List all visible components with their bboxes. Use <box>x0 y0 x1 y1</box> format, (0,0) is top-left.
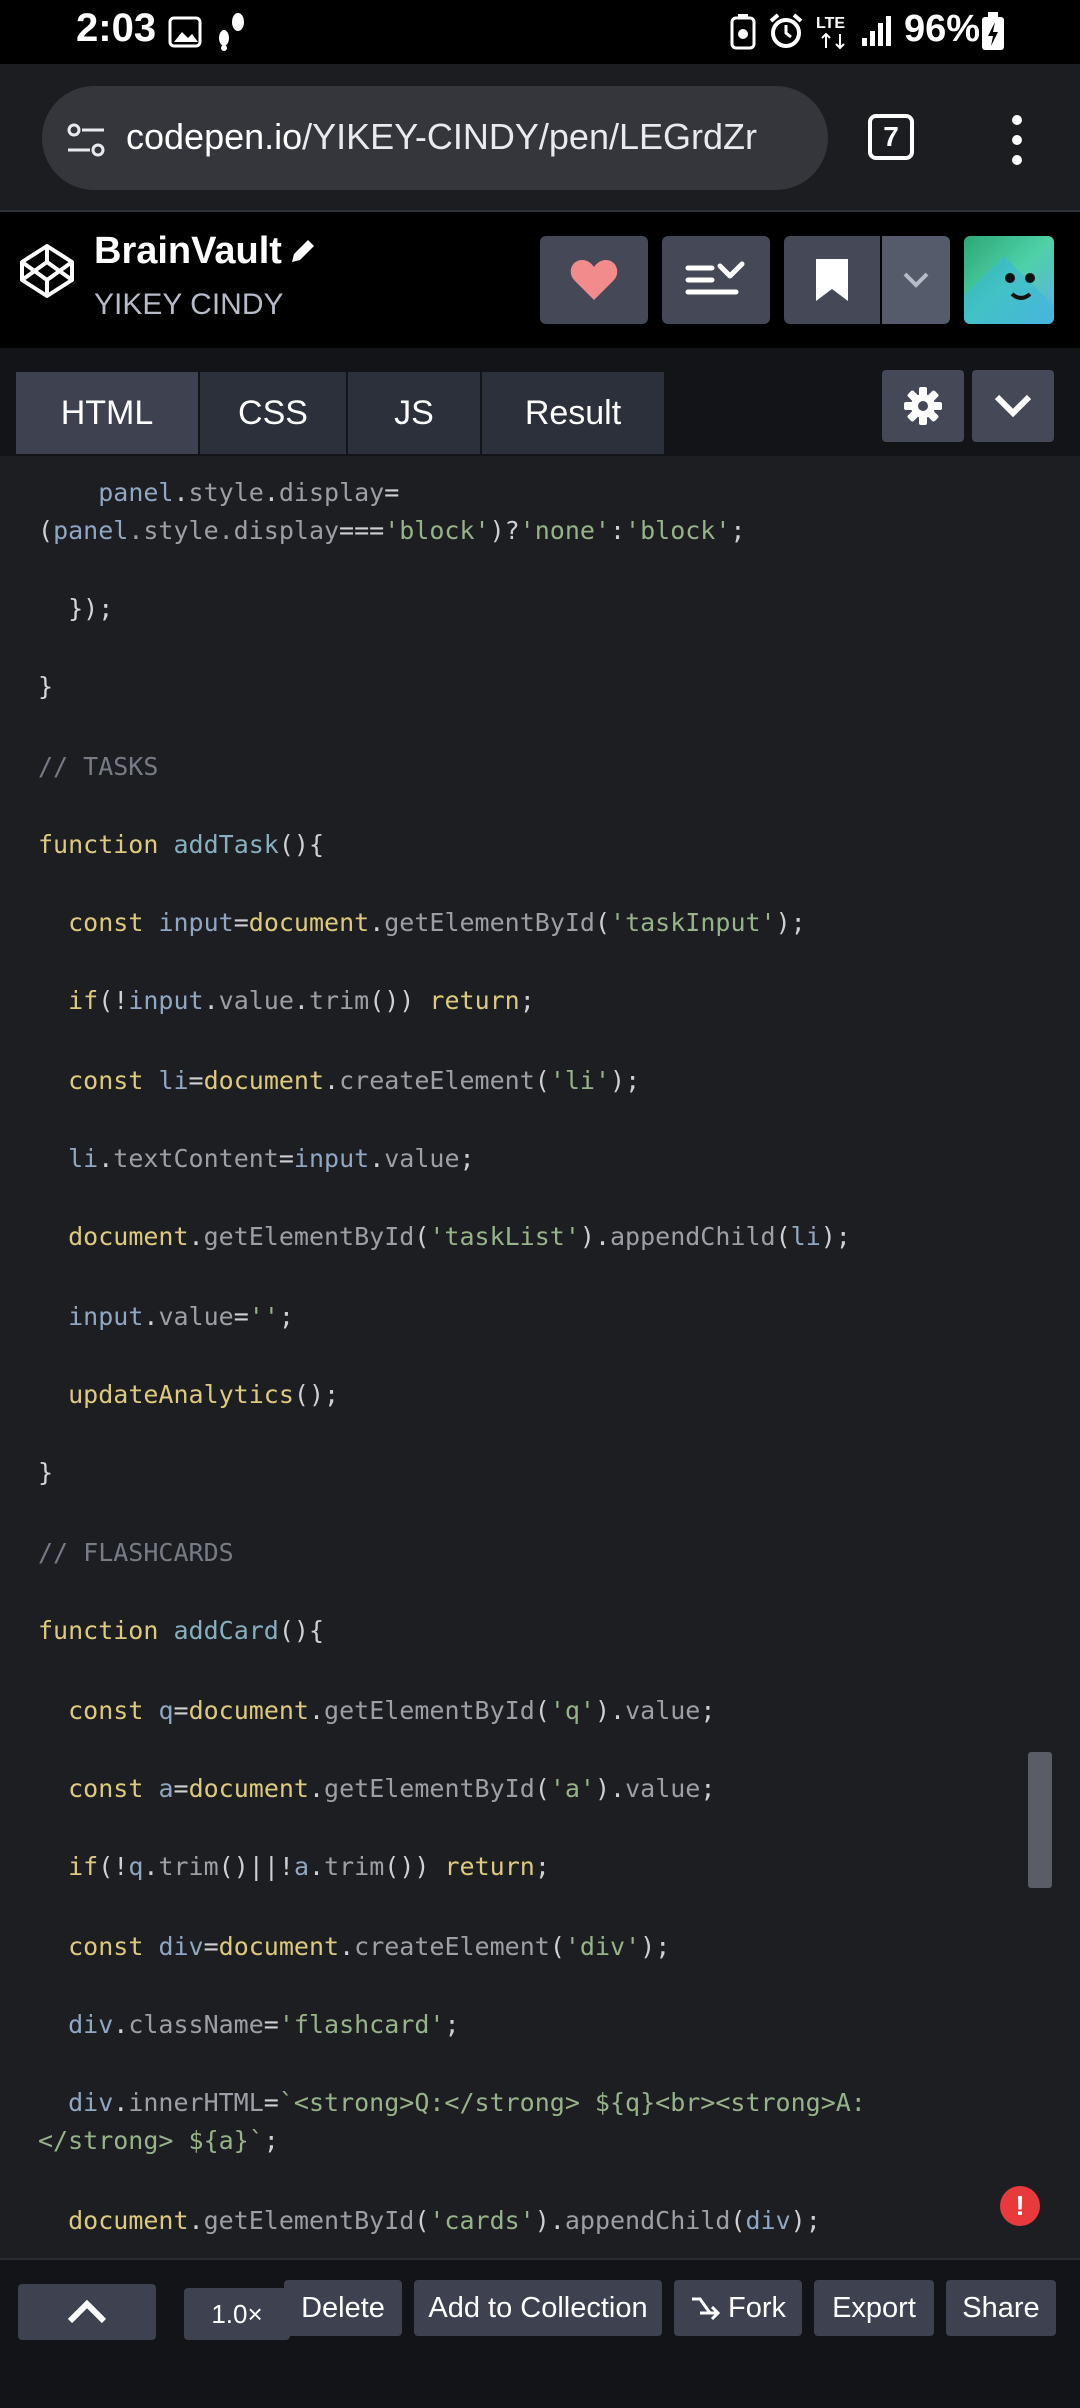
chevron-down-icon <box>994 394 1032 418</box>
code-comment: // FLASHCARDS <box>38 1538 234 1567</box>
chevron-down-icon <box>903 272 929 288</box>
heart-icon <box>570 260 618 300</box>
chevron-up-icon <box>67 2299 107 2324</box>
code-line: if(!input.value.trim()) return; <box>68 986 535 1015</box>
code-editor[interactable]: panel.style.display= (panel.style.displa… <box>0 456 1080 2258</box>
expand-console-button[interactable] <box>18 2284 156 2340</box>
codepen-logo-icon[interactable] <box>18 242 76 300</box>
code-line: }); <box>38 594 114 623</box>
code-line: const input=document.getElementById('tas… <box>68 908 806 937</box>
gear-icon <box>904 387 942 425</box>
code-line: document.getElementById('taskList').appe… <box>68 1222 851 1251</box>
battery-charging-icon <box>982 12 1004 50</box>
code-line: const li=document.createElement('li'); <box>68 1066 641 1095</box>
code-line: const div=document.createElement('div'); <box>68 1932 671 1961</box>
status-bar: 2:03 LTE 96% <box>0 0 1080 64</box>
more-options-icon[interactable] <box>1000 112 1034 168</box>
url-path: /YIKEY-CINDY/pen/LEGrdZr <box>302 116 757 157</box>
fork-button[interactable]: Fork <box>674 2280 802 2336</box>
code-line: } <box>38 1458 54 1487</box>
code-line: const a=document.getElementById('a').val… <box>68 1774 716 1803</box>
code-line: if(!q.trim()||!a.trim()) return; <box>68 1852 550 1881</box>
code-line: function addTask(){ <box>38 830 324 859</box>
pen-details-button[interactable] <box>662 236 770 324</box>
editor-collapse-button[interactable] <box>972 370 1054 442</box>
code-line: function addCard(){ <box>38 1616 324 1645</box>
site-settings-icon[interactable] <box>64 120 108 160</box>
like-button[interactable] <box>540 236 648 324</box>
sort-check-icon <box>685 261 745 295</box>
pen-title[interactable]: BrainVault <box>94 230 282 273</box>
svg-text:LTE: LTE <box>816 15 845 32</box>
editor-tabs: HTML CSS JS Result <box>0 348 1080 456</box>
tab-html[interactable]: HTML <box>16 372 198 454</box>
code-line: updateAnalytics(); <box>68 1380 340 1409</box>
code-line: (panel.style.display==='block')?'none':'… <box>38 516 746 545</box>
code-line: document.getElementById('cards').appendC… <box>68 2206 821 2235</box>
error-indicator-icon[interactable]: ! <box>1000 2186 1040 2226</box>
url-host: codepen.io <box>126 116 303 157</box>
pen-author[interactable]: YIKEY CINDY <box>94 288 284 322</box>
steps-icon <box>219 13 244 51</box>
battery-percentage: 96% <box>904 8 981 50</box>
add-to-collection-button[interactable]: Add to Collection <box>414 2280 662 2336</box>
code-line: li.textContent=input.value; <box>68 1144 475 1173</box>
code-line: const q=document.getElementById('q').val… <box>68 1696 716 1725</box>
zoom-level[interactable]: 1.0× <box>184 2288 290 2340</box>
code-line: </strong> ${a}`; <box>38 2126 279 2155</box>
fork-label: Fork <box>728 2291 786 2324</box>
code-line: } <box>38 672 54 701</box>
tab-result[interactable]: Result <box>482 372 664 454</box>
signal-icon <box>862 16 891 46</box>
delete-button[interactable]: Delete <box>284 2280 402 2336</box>
code-comment: // TASKS <box>38 752 159 781</box>
bookmark-icon <box>816 259 848 301</box>
bookmark-dropdown-button[interactable] <box>882 236 950 324</box>
share-button[interactable]: Share <box>946 2280 1056 2336</box>
battery-saver-icon <box>730 14 756 50</box>
alarm-icon <box>769 13 803 48</box>
tab-css[interactable]: CSS <box>200 372 346 454</box>
bottom-toolbar: 1.0× Delete Add to Collection Fork Expor… <box>0 2258 1080 2408</box>
tab-js[interactable]: JS <box>348 372 480 454</box>
code-line: panel.style.display= <box>98 478 400 507</box>
edit-title-icon[interactable] <box>288 236 318 266</box>
export-button[interactable]: Export <box>814 2280 934 2336</box>
editor-settings-button[interactable] <box>882 370 964 442</box>
user-avatar[interactable] <box>964 236 1054 324</box>
url-text[interactable]: codepen.io/YIKEY-CINDY/pen/LEGrdZr <box>126 116 757 158</box>
code-line: div.innerHTML=`<strong>Q:</strong> ${q}<… <box>68 2088 866 2117</box>
code-line: input.value=''; <box>68 1302 294 1331</box>
pen-header: BrainVault YIKEY CINDY <box>0 212 1080 348</box>
bookmark-button[interactable] <box>784 236 880 324</box>
status-time: 2:03 <box>76 6 157 50</box>
fork-icon <box>692 2297 720 2321</box>
code-line: div.className='flashcard'; <box>68 2010 460 2039</box>
tab-switcher-button[interactable]: 7 <box>868 114 914 160</box>
avatar-image <box>964 236 1054 324</box>
editor-scrollbar[interactable] <box>1028 1752 1052 1888</box>
browser-toolbar: codepen.io/YIKEY-CINDY/pen/LEGrdZr 7 <box>0 64 1080 212</box>
lte-icon: LTE <box>816 15 845 50</box>
address-bar[interactable]: codepen.io/YIKEY-CINDY/pen/LEGrdZr <box>42 86 828 190</box>
image-icon <box>168 16 202 48</box>
